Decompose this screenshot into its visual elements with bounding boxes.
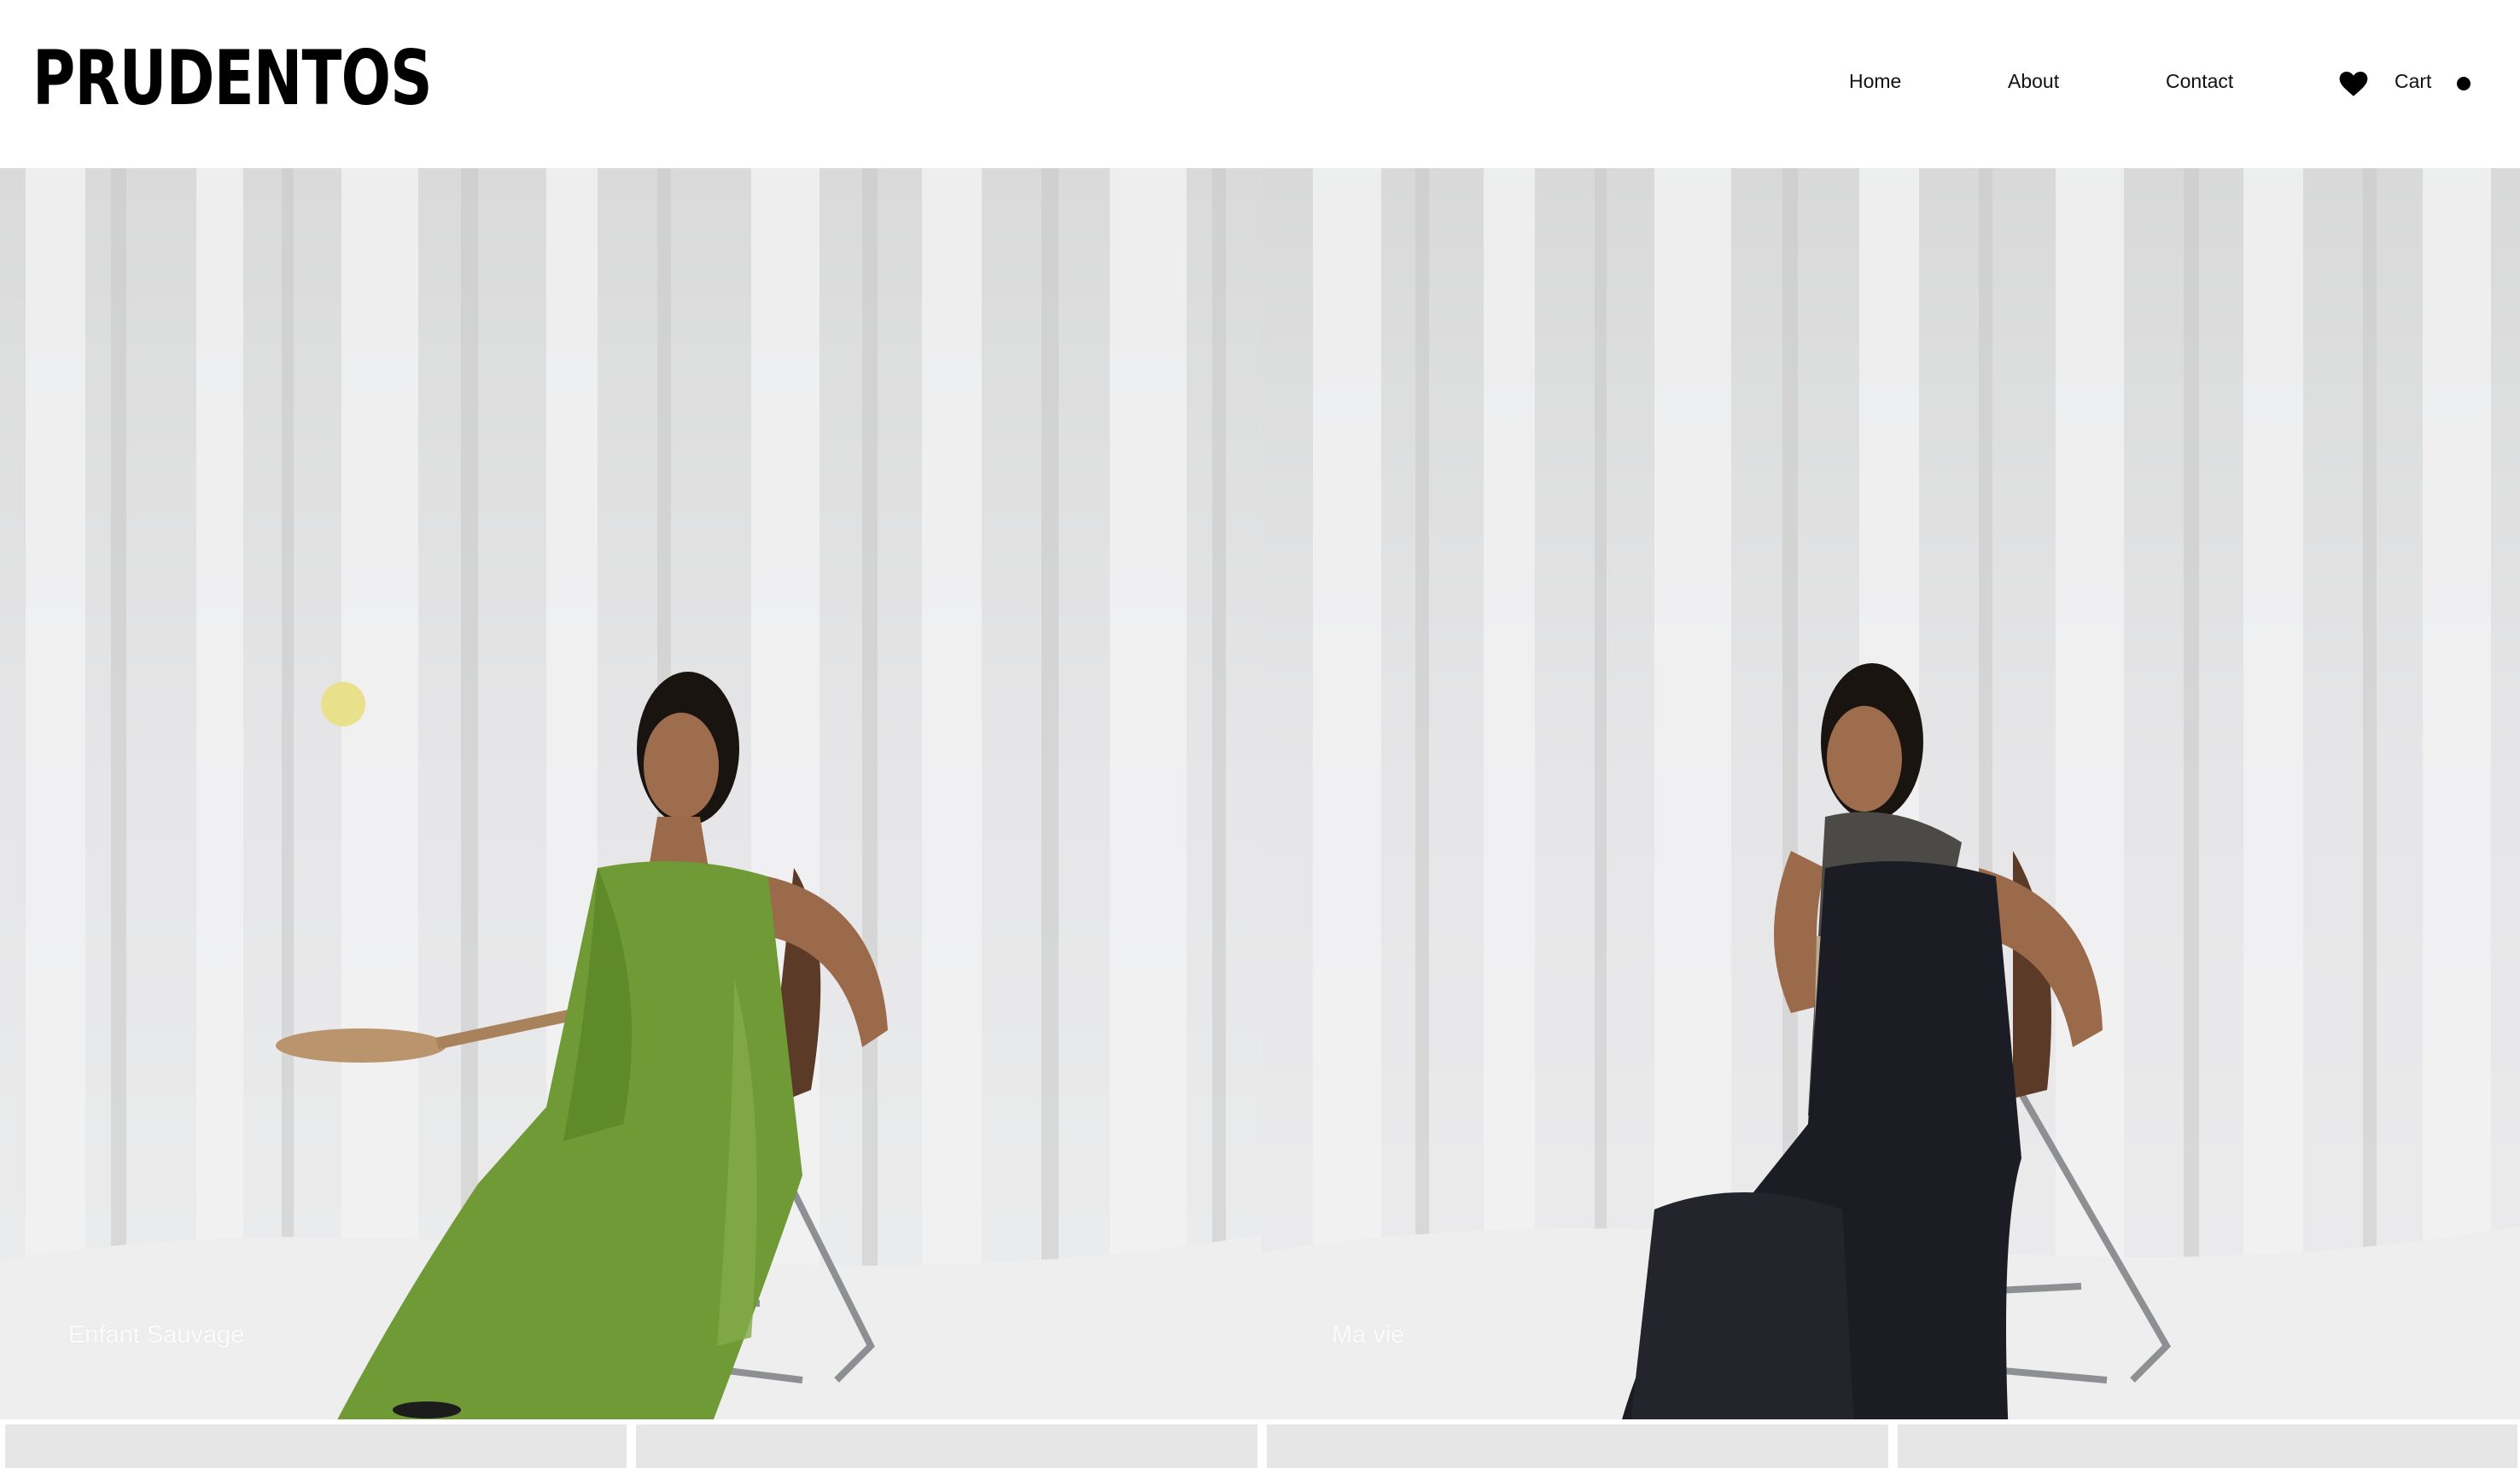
product-grid-preview — [0, 1419, 2520, 1468]
cart-link[interactable]: Cart — [2395, 72, 2431, 91]
site-logo[interactable]: PRUDENTOS — [32, 41, 433, 116]
heart-icon[interactable] — [2339, 72, 2368, 97]
hero-panel-ma-vie[interactable]: Ma vie — [1262, 168, 2520, 1419]
hero-image-black-dress — [1262, 168, 2520, 1419]
collection-caption[interactable]: Ma vie — [1332, 1323, 1404, 1348]
nav-home-link[interactable]: Home — [1849, 72, 1901, 91]
hero-image-green-dress — [0, 168, 1262, 1419]
nav-about-link[interactable]: About — [2008, 72, 2059, 91]
nav-contact-link[interactable]: Contact — [2166, 72, 2233, 91]
product-tile[interactable] — [1898, 1424, 2517, 1468]
collection-caption[interactable]: Enfant Sauvage — [68, 1323, 244, 1348]
product-tile[interactable] — [1267, 1424, 1888, 1468]
site-header: PRUDENTOS Home About Contact Cart — [0, 0, 2520, 168]
cart-dot-icon — [2457, 77, 2470, 90]
product-tile[interactable] — [636, 1424, 1257, 1468]
product-tile[interactable] — [5, 1424, 627, 1468]
hero-panel-enfant-sauvage[interactable]: Enfant Sauvage — [0, 168, 1262, 1419]
